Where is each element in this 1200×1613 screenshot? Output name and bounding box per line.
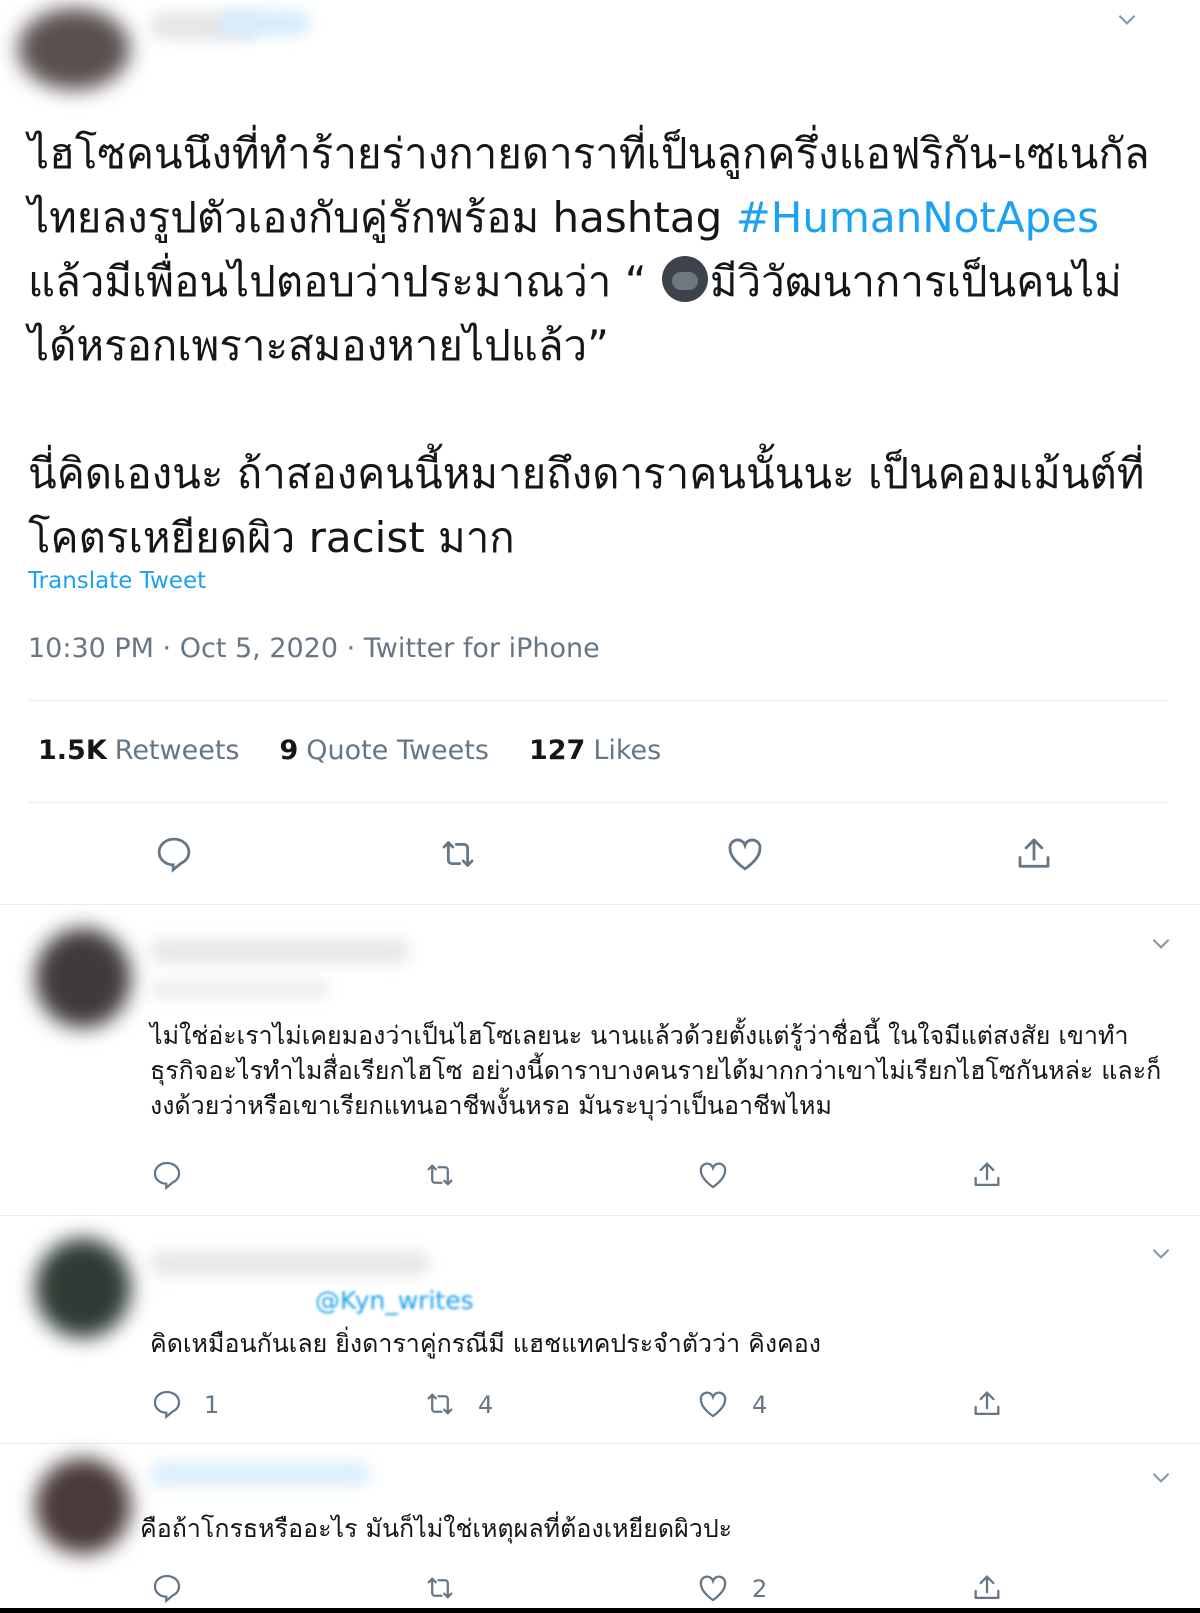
- hashtag-link[interactable]: #HumanNotApes: [736, 193, 1099, 242]
- quote-tweets-stat[interactable]: 9 Quote Tweets: [279, 735, 488, 766]
- tweet-stats: 1.5K Retweets 9 Quote Tweets 127 Likes: [38, 735, 661, 766]
- reply-avatar[interactable]: [35, 1238, 131, 1338]
- reply-icon[interactable]: [150, 1571, 184, 1605]
- divider: [0, 904, 1200, 905]
- retweets-count: 1.5K: [38, 735, 107, 766]
- divider: [28, 802, 1168, 803]
- retweet-icon[interactable]: [423, 1158, 457, 1192]
- reply-author-blurred[interactable]: [150, 1462, 370, 1486]
- author-avatar[interactable]: [18, 8, 130, 90]
- tweet-timestamp[interactable]: 10:30 PM · Oct 5, 2020 · Twitter for iPh…: [28, 633, 600, 664]
- reply-avatar[interactable]: [35, 1458, 131, 1554]
- reply-icon[interactable]: [153, 833, 195, 875]
- reply-text: คิดเหมือนกันเลย ยิ่งดาราคู่กรณีมี แฮชแทค…: [150, 1329, 821, 1358]
- reply-icon[interactable]: [150, 1158, 184, 1192]
- quote-tweets-count: 9: [279, 735, 299, 766]
- like-icon[interactable]: [724, 833, 766, 875]
- reply-text: คือถ้าโกรธหรืออะไร มันก็ไม่ใช่เหตุผลที่ต…: [140, 1514, 733, 1543]
- retweets-label: Retweets: [114, 735, 240, 766]
- like-icon[interactable]: [696, 1571, 730, 1605]
- reply-count: 1: [204, 1391, 220, 1419]
- reply-icon[interactable]: [150, 1387, 184, 1421]
- like-icon[interactable]: [696, 1158, 730, 1192]
- reply-meta-blurred: [150, 980, 330, 998]
- share-icon[interactable]: [970, 1571, 1004, 1605]
- translate-tweet-link[interactable]: Translate Tweet: [28, 568, 206, 594]
- like-count: 4: [752, 1391, 768, 1419]
- divider: [0, 1215, 1200, 1216]
- retweets-stat[interactable]: 1.5K Retweets: [38, 735, 239, 766]
- tweet-text: ไฮโซคนนึงที่ทำร้ายร่างกายดาราที่เป็นลูกค…: [28, 122, 1168, 570]
- reply-text: ไม่ใช่อ่ะเราไม่เคยมองว่าเป็นไฮโซเลยนะ นา…: [150, 1021, 1162, 1120]
- retweet-icon[interactable]: [423, 1571, 457, 1605]
- share-icon[interactable]: [970, 1158, 1004, 1192]
- bottom-edge: [0, 1608, 1200, 1613]
- like-count: 2: [752, 1575, 768, 1603]
- author-handle-blurred: [220, 10, 310, 36]
- retweet-count: 4: [478, 1391, 494, 1419]
- tweet-paragraph-1: ไฮโซคนนึงที่ทำร้ายร่างกายดาราที่เป็นลูกค…: [28, 122, 1168, 378]
- more-options-chevron-icon[interactable]: [1148, 930, 1174, 956]
- reply-avatar[interactable]: [35, 928, 131, 1028]
- more-options-chevron-icon[interactable]: [1114, 6, 1140, 32]
- replying-to-link[interactable]: @Kyn_writes: [315, 1286, 474, 1315]
- share-icon[interactable]: [1013, 833, 1055, 875]
- reply-author-blurred[interactable]: [150, 1250, 430, 1276]
- more-options-chevron-icon[interactable]: [1148, 1464, 1174, 1490]
- retweet-icon[interactable]: [437, 833, 479, 875]
- divider: [0, 1443, 1200, 1444]
- quote-tweets-label: Quote Tweets: [306, 735, 489, 766]
- retweet-icon[interactable]: [423, 1387, 457, 1421]
- divider: [28, 700, 1168, 701]
- likes-label: Likes: [593, 735, 662, 766]
- gorilla-emoji-icon: [661, 256, 708, 302]
- share-icon[interactable]: [970, 1387, 1004, 1421]
- likes-stat[interactable]: 127 Likes: [529, 735, 661, 766]
- like-icon[interactable]: [696, 1387, 730, 1421]
- reply-author-blurred[interactable]: [150, 938, 410, 964]
- tweet-text-part: แล้วมีเพื่อนไปตอบว่าประมาณว่า “: [28, 257, 660, 306]
- more-options-chevron-icon[interactable]: [1148, 1240, 1174, 1266]
- tweet-paragraph-2: นี่คิดเองนะ ถ้าสองคนนี้หมายถึงดาราคนนั้น…: [28, 449, 1145, 562]
- likes-count: 127: [528, 735, 586, 766]
